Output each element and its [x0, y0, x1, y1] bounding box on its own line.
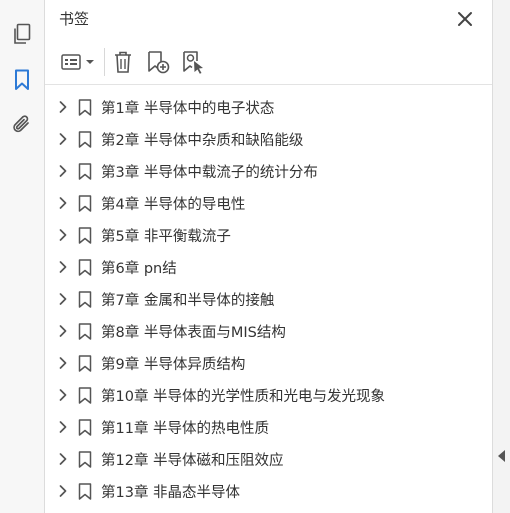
- bookmark-label: 第9章 半导体异质结构: [101, 357, 246, 373]
- bookmark-label: 第5章 非平衡载流子: [101, 229, 231, 245]
- attachment-icon[interactable]: [10, 113, 34, 137]
- bookmark-icon: [78, 259, 92, 276]
- bookmark-icon: [78, 483, 92, 500]
- bookmark-icon: [78, 419, 92, 436]
- bookmark-icon[interactable]: [10, 68, 34, 92]
- panel-title: 书签: [59, 10, 90, 28]
- options-menu-icon: [61, 54, 94, 70]
- bookmark-icon: [78, 163, 92, 180]
- bookmark-label: 第8章 半导体表面与MIS结构: [101, 325, 286, 341]
- bookmark-icon: [78, 323, 92, 340]
- bookmark-item[interactable]: 第4章 半导体的导电性: [45, 187, 492, 219]
- expand-chevron-icon[interactable]: [58, 421, 68, 433]
- expand-chevron-icon[interactable]: [58, 197, 68, 209]
- bookmark-label: 第11章 半导体的热电性质: [101, 421, 270, 437]
- toolbar-divider: [45, 84, 492, 85]
- bookmark-icon: [78, 451, 92, 468]
- bookmark-label: 第7章 金属和半导体的接触: [101, 293, 275, 309]
- panel-splitter[interactable]: [492, 0, 510, 513]
- navigation-rail: [0, 0, 45, 513]
- bookmark-label: 第13章 非晶态半导体: [101, 485, 241, 501]
- bookmark-label: 第1章 半导体中的电子状态: [101, 101, 275, 117]
- bookmark-icon: [78, 355, 92, 372]
- bookmark-item[interactable]: 第1章 半导体中的电子状态: [45, 91, 492, 123]
- bookmark-label: 第10章 半导体的光学性质和光电与发光现象: [101, 389, 386, 405]
- expand-chevron-icon[interactable]: [58, 357, 68, 369]
- bookmark-item[interactable]: 第12章 半导体磁和压阻效应: [45, 443, 492, 475]
- new-bookmark-from-selection-icon: [183, 51, 203, 74]
- collapse-arrow-icon[interactable]: [498, 450, 506, 462]
- expand-chevron-icon[interactable]: [58, 229, 68, 241]
- expand-chevron-icon[interactable]: [58, 261, 68, 273]
- bookmark-item[interactable]: 第13章 非晶态半导体: [45, 475, 492, 507]
- options-menu-button[interactable]: [61, 50, 97, 74]
- bookmark-item[interactable]: 第10章 半导体的光学性质和光电与发光现象: [45, 379, 492, 411]
- expand-chevron-icon[interactable]: [58, 485, 68, 497]
- new-bookmark-button[interactable]: [146, 50, 170, 74]
- expand-chevron-icon[interactable]: [58, 453, 68, 465]
- bookmark-item[interactable]: 第11章 半导体的热电性质: [45, 411, 492, 443]
- expand-chevron-icon[interactable]: [58, 389, 68, 401]
- bookmark-label: 第6章 pn结: [101, 261, 177, 277]
- bookmark-icon: [78, 195, 92, 212]
- bookmark-icon: [78, 291, 92, 308]
- expand-chevron-icon[interactable]: [58, 165, 68, 177]
- bookmark-label: 第2章 半导体中杂质和缺陷能级: [101, 133, 304, 149]
- expand-chevron-icon[interactable]: [58, 325, 68, 337]
- bookmark-item[interactable]: 第8章 半导体表面与MIS结构: [45, 315, 492, 347]
- bookmark-item[interactable]: 第7章 金属和半导体的接触: [45, 283, 492, 315]
- new-bookmark-icon: [148, 51, 170, 74]
- expand-chevron-icon[interactable]: [58, 293, 68, 305]
- pages-icon[interactable]: [10, 22, 34, 46]
- bookmark-icon: [78, 131, 92, 148]
- close-icon[interactable]: [456, 10, 474, 28]
- toolbar-separator: [104, 48, 105, 76]
- new-bookmark-from-selection-button[interactable]: [181, 50, 205, 74]
- bookmark-label: 第4章 半导体的导电性: [101, 197, 246, 213]
- bookmark-item[interactable]: 第6章 pn结: [45, 251, 492, 283]
- expand-chevron-icon[interactable]: [58, 133, 68, 145]
- bookmark-item[interactable]: 第3章 半导体中载流子的统计分布: [45, 155, 492, 187]
- bookmark-icon: [78, 387, 92, 404]
- bookmark-item[interactable]: 第9章 半导体异质结构: [45, 347, 492, 379]
- bookmarks-toolbar: [45, 40, 492, 84]
- expand-chevron-icon[interactable]: [58, 101, 68, 113]
- bookmark-item[interactable]: 第2章 半导体中杂质和缺陷能级: [45, 123, 492, 155]
- delete-icon: [115, 51, 131, 73]
- panel-header: 书签: [45, 0, 492, 38]
- bookmarks-panel: 书签 第1章 半导体中的电子状态 第2章 半导体中杂质和缺陷能级 第3章 半导体…: [45, 0, 492, 513]
- bookmark-icon: [78, 99, 92, 116]
- bookmark-label: 第12章 半导体磁和压阻效应: [101, 453, 284, 469]
- bookmark-list: 第1章 半导体中的电子状态第2章 半导体中杂质和缺陷能级 第3章 半导体中载流子的…: [45, 91, 492, 507]
- bookmark-icon: [78, 227, 92, 244]
- delete-bookmark-button[interactable]: [113, 50, 133, 74]
- bookmark-label: 第3章 半导体中载流子的统计分布: [101, 165, 318, 181]
- bookmark-item[interactable]: 第5章 非平衡载流子: [45, 219, 492, 251]
